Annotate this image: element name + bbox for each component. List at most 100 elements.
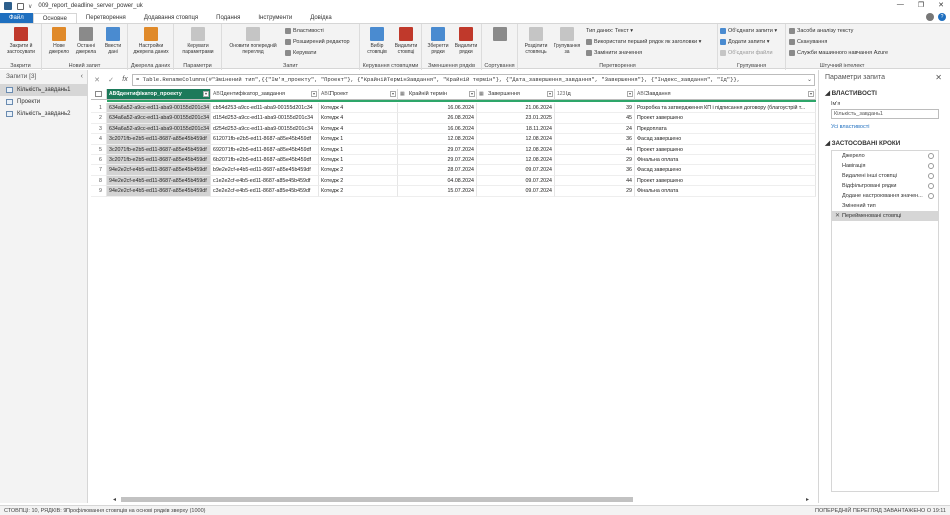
table-cell[interactable]: 94e2e2cf-e4b5-ed11-8687-a85e45b459df: [107, 165, 211, 176]
filter-dropdown-icon[interactable]: ▾: [627, 91, 633, 97]
refresh-preview-button[interactable]: Оновити попередній перегляд: [225, 27, 281, 55]
quick-access-menu-icon[interactable]: ∨: [28, 3, 32, 10]
table-cell[interactable]: 612071fb-e2b5-ed11-8687-a85e45b459df: [211, 134, 319, 145]
applied-step[interactable]: Навігація: [832, 161, 938, 171]
new-source-button[interactable]: Нове джерело: [47, 27, 71, 55]
first-row-headers-button[interactable]: Використати перший рядок як заголовки ▾: [586, 39, 701, 45]
tab-tools[interactable]: Інструменти: [249, 13, 301, 23]
scrollbar-thumb[interactable]: [121, 497, 633, 502]
applied-step[interactable]: Джерело: [832, 151, 938, 161]
applied-step[interactable]: ✕ Перейменовані стовпці: [832, 211, 938, 221]
column-header[interactable]: ABCЗавдання ▾: [635, 89, 816, 100]
column-header[interactable]: ABCІдентифікатор_проекту ▾: [107, 89, 211, 100]
scroll-right-icon[interactable]: ▸: [806, 496, 809, 503]
table-cell[interactable]: Фінальна оплата: [635, 155, 816, 166]
recent-sources-button[interactable]: Останні джерела: [74, 27, 98, 55]
table-cell[interactable]: 634a6a52-a9cc-ed11-aba9-00155d201c34: [107, 113, 211, 124]
delete-step-icon[interactable]: ✕: [835, 211, 840, 221]
filter-dropdown-icon[interactable]: ▾: [469, 91, 475, 97]
save-icon[interactable]: [17, 2, 24, 10]
collapse-queries-icon[interactable]: ‹: [81, 70, 83, 84]
cancel-formula-icon[interactable]: ✕: [90, 76, 104, 84]
column-type-icon[interactable]: ABC: [109, 89, 120, 99]
table-cell[interactable]: 16.06.2024: [398, 103, 477, 114]
properties-header[interactable]: ◢ ВЛАСТИВОСТІ: [825, 90, 877, 97]
step-settings-gear-icon[interactable]: [928, 153, 934, 159]
applied-step[interactable]: Видалені інші стовпці: [832, 171, 938, 181]
table-cell[interactable]: Котедж 1: [319, 155, 398, 166]
table-cell[interactable]: 15.07.2024: [398, 186, 477, 197]
table-cell[interactable]: 29.07.2024: [398, 144, 477, 155]
table-cell[interactable]: 09.07.2024: [477, 186, 555, 197]
sort-ascending-button[interactable]: [490, 27, 510, 43]
table-cell[interactable]: 634a6a52-a9cc-ed11-aba9-00155d201c34: [107, 103, 211, 114]
confirm-formula-icon[interactable]: ✓: [104, 76, 118, 84]
table-cell[interactable]: c1e2e2cf-e4b5-ed11-8687-a85e45b459df: [211, 175, 319, 187]
table-cell[interactable]: 3c2071fb-e2b5-ed11-8687-a85e45b459df: [107, 155, 211, 166]
manage-button[interactable]: Керувати: [285, 50, 316, 56]
tab-file[interactable]: Файл: [0, 13, 33, 23]
column-header[interactable]: ABCІдентифікатор_завдання ▾: [211, 89, 319, 100]
column-type-icon[interactable]: ABC: [321, 89, 331, 99]
column-type-icon[interactable]: 123: [557, 89, 566, 99]
formula-input[interactable]: = Table.RenameColumns(#"Змінений тип",{{…: [132, 73, 815, 86]
column-type-icon[interactable]: ABC: [213, 89, 223, 99]
close-window-icon[interactable]: ✕: [938, 1, 944, 9]
column-header[interactable]: 123Ід ▾: [555, 89, 635, 100]
advanced-editor-button[interactable]: Розширений редактор: [285, 39, 350, 45]
table-cell[interactable]: 09.07.2024: [477, 175, 555, 187]
table-cell[interactable]: 23.01.2025: [477, 113, 555, 124]
column-header[interactable]: ABCПроект ▾: [319, 89, 398, 100]
table-cell[interactable]: Розробка та затвердження КП і підписання…: [635, 103, 816, 114]
table-cell[interactable]: Котедж 2: [319, 175, 398, 187]
azure-ml-button[interactable]: Служби машинного навчання Azure: [789, 50, 888, 56]
horizontal-scrollbar[interactable]: ◂ ▸: [113, 496, 809, 503]
enter-data-button[interactable]: Ввести дані: [101, 27, 125, 55]
table-cell[interactable]: Предоплата: [635, 123, 816, 135]
table-cell[interactable]: 692071fb-e2b5-ed11-8687-a85e45b459df: [211, 144, 319, 155]
expand-formula-icon[interactable]: ⌄: [807, 75, 812, 85]
collapse-ribbon-icon[interactable]: [926, 13, 934, 21]
column-type-icon[interactable]: ▦: [479, 89, 488, 99]
table-cell[interactable]: 29: [555, 155, 635, 166]
group-by-button[interactable]: Групування за: [552, 27, 582, 55]
query-item[interactable]: Кількість_завдань1: [0, 84, 87, 96]
table-cell[interactable]: 44: [555, 144, 635, 155]
vision-button[interactable]: Сканування: [789, 39, 827, 45]
step-settings-gear-icon[interactable]: [928, 183, 934, 189]
table-cell[interactable]: c3e2e2cf-e4b5-ed11-8687-a85e45b459df: [211, 186, 319, 197]
table-cell[interactable]: 94e2e2cf-e4b5-ed11-8687-a85e45b459df: [107, 175, 211, 187]
table-cell[interactable]: 24: [555, 123, 635, 135]
remove-columns-button[interactable]: Видалити стовпці: [392, 27, 420, 55]
step-settings-gear-icon[interactable]: [928, 163, 934, 169]
table-cell[interactable]: 09.07.2024: [477, 165, 555, 176]
split-column-button[interactable]: Розділити стовпець: [521, 27, 551, 55]
source-settings-button[interactable]: Настройки джерела даних: [131, 27, 171, 55]
table-cell[interactable]: b9e2e2cf-e4b5-ed11-8687-a85e45b459df: [211, 165, 319, 176]
step-settings-gear-icon[interactable]: [928, 193, 934, 199]
table-cell[interactable]: Фасад завершено: [635, 134, 816, 145]
column-type-icon[interactable]: ▦: [400, 89, 409, 99]
table-cell[interactable]: 18.11.2024: [477, 123, 555, 135]
table-cell[interactable]: Котедж 2: [319, 165, 398, 176]
table-cell[interactable]: 21.06.2024: [477, 103, 555, 114]
applied-step[interactable]: Змінений тип: [832, 201, 938, 211]
replace-values-button[interactable]: Замінити значення: [586, 50, 642, 56]
append-queries-button[interactable]: Додати запити ▾: [720, 39, 770, 45]
filter-dropdown-icon[interactable]: ▾: [390, 91, 396, 97]
query-item[interactable]: Кількість_завдань2: [0, 108, 87, 120]
text-analytics-button[interactable]: Засоби аналізу тексту: [789, 28, 853, 34]
step-settings-gear-icon[interactable]: [928, 173, 934, 179]
fx-icon[interactable]: fx: [118, 76, 132, 83]
close-apply-button[interactable]: Закрити й застосувати: [3, 27, 39, 55]
remove-rows-button[interactable]: Видалити рядки: [452, 27, 480, 55]
filter-dropdown-icon[interactable]: ▾: [547, 91, 553, 97]
query-name-input[interactable]: Кількість_завдань1: [831, 109, 939, 119]
applied-step[interactable]: Відфільтровані рядки: [832, 181, 938, 191]
tab-add-column[interactable]: Додавання стовпця: [135, 13, 207, 23]
scroll-left-icon[interactable]: ◂: [113, 496, 116, 503]
table-cell[interactable]: 3c2071fb-e2b5-ed11-8687-a85e45b459df: [107, 134, 211, 145]
table-cell[interactable]: 12.08.2024: [398, 134, 477, 145]
query-item[interactable]: Проекти: [0, 96, 87, 108]
all-properties-link[interactable]: Усі властивості: [831, 124, 869, 130]
